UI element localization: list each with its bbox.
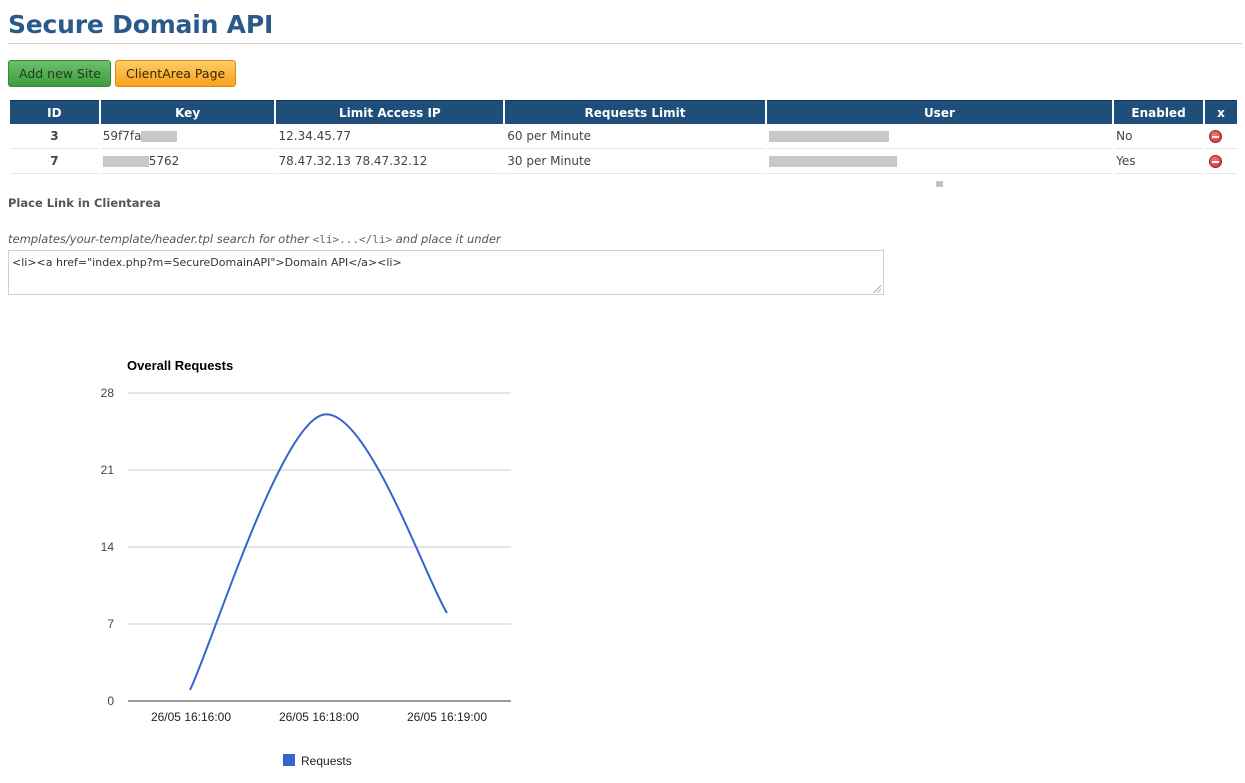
instruction-post: and place it under — [392, 232, 501, 246]
x-tick-label: 26/05 16:18:00 — [279, 710, 359, 724]
row-limit: 30 per Minute — [505, 149, 765, 174]
redacted-mark — [936, 181, 943, 187]
y-tick-label: 14 — [101, 540, 115, 554]
redacted-key — [102, 156, 149, 167]
row-delete[interactable] — [1204, 149, 1237, 174]
legend-label-requests: Requests — [301, 754, 352, 768]
table-row[interactable]: 3 59f7fa 12.34.45.77 60 per Minute No — [10, 124, 1237, 149]
chart-title: Overall Requests — [127, 358, 233, 373]
clientarea-page-button[interactable]: ClientArea Page — [115, 60, 236, 87]
row-key: 59f7fa — [100, 124, 275, 149]
col-header-limit-access-ip[interactable]: Limit Access IP — [276, 100, 504, 124]
page-title: Secure Domain API — [8, 10, 274, 39]
row-enabled[interactable]: No — [1114, 124, 1203, 149]
row-user — [766, 124, 1113, 149]
key-visible: 59f7fa — [102, 129, 142, 143]
col-header-delete: x — [1204, 100, 1237, 124]
col-header-user[interactable]: User — [766, 100, 1113, 124]
row-id: 7 — [10, 149, 99, 174]
col-header-requests-limit[interactable]: Requests Limit — [505, 100, 765, 124]
y-tick-label: 21 — [101, 463, 115, 477]
row-user — [766, 149, 1113, 174]
row-enabled[interactable]: Yes — [1114, 149, 1203, 174]
requests-chart: Overall Requests 0 7 14 21 28 26/05 16:16:00 26… — [101, 358, 511, 768]
sites-table: ID Key Limit Access IP Requests Limit Us… — [8, 100, 1239, 174]
instruction-text: templates/your-template/header.tpl searc… — [8, 232, 501, 246]
x-tick-label: 26/05 16:16:00 — [151, 710, 231, 724]
y-tick-label: 0 — [107, 694, 114, 708]
col-header-enabled[interactable]: Enabled — [1114, 100, 1203, 124]
delete-icon[interactable] — [1208, 155, 1222, 168]
row-delete[interactable] — [1204, 124, 1237, 149]
legend-swatch-requests — [283, 754, 295, 766]
col-header-id[interactable]: ID — [10, 100, 99, 124]
row-ip: 12.34.45.77 — [276, 124, 504, 149]
col-header-key[interactable]: Key — [100, 100, 275, 124]
table-row[interactable]: 7 5762 78.47.32.13 78.47.32.12 30 per Mi… — [10, 149, 1237, 174]
link-snippet-textarea[interactable]: <li><a href="index.php?m=SecureDomainAPI… — [8, 250, 884, 295]
title-divider — [8, 43, 1242, 44]
instruction-pre: templates/your-template/header.tpl searc… — [8, 232, 313, 246]
instruction-code: <li>...</li> — [312, 233, 393, 246]
delete-icon[interactable] — [1208, 130, 1222, 143]
y-tick-label: 7 — [107, 617, 114, 631]
add-new-site-button[interactable]: Add new Site — [8, 60, 111, 87]
resize-grip-icon[interactable] — [872, 284, 881, 293]
row-id: 3 — [10, 124, 99, 149]
row-limit: 60 per Minute — [505, 124, 765, 149]
series-line-requests — [189, 413, 448, 691]
table-header-row: ID Key Limit Access IP Requests Limit Us… — [10, 100, 1237, 124]
key-suffix: 5762 — [148, 154, 180, 168]
redacted-key — [141, 131, 178, 142]
redacted-user — [768, 156, 897, 167]
x-tick-label: 26/05 16:19:00 — [407, 710, 487, 724]
y-tick-label: 28 — [101, 386, 115, 400]
redacted-user — [768, 131, 889, 142]
section-heading: Place Link in Clientarea — [8, 196, 161, 210]
row-ip: 78.47.32.13 78.47.32.12 — [276, 149, 504, 174]
row-key: 5762 — [100, 149, 275, 174]
